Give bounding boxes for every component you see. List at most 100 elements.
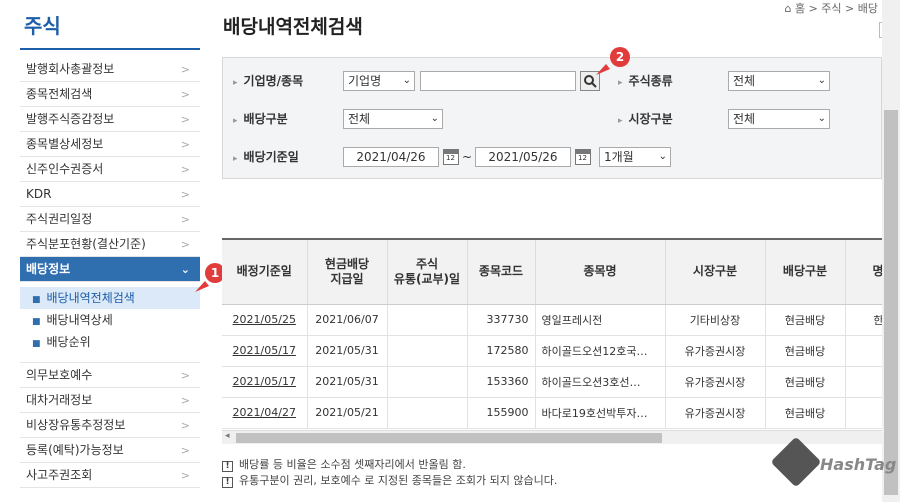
triangle-right-icon: ▸ [233,78,238,88]
company-label: ▸ 기업명/종목 [233,74,304,88]
stock-code: 153360 [467,366,536,398]
col-header-code[interactable]: 종목코드 [467,240,536,305]
sidebar-item-rights-cert[interactable]: 신주인수권증서 > [20,157,200,182]
company-input[interactable] [420,71,576,91]
dividend-type: 현금배당 [765,304,846,336]
holder: 하 [845,366,882,398]
chevron-right-icon: > [180,88,190,101]
date-to-input[interactable]: 2021/05/26 [475,147,571,167]
sidebar-divider [20,48,200,50]
exclamation-icon: ! [222,477,233,488]
cash-pay-date: 2021/06/07 [307,304,388,336]
calendar-icon[interactable]: 12 [575,149,591,165]
sidebar-title: 주식 [24,14,61,38]
bullet-icon: ■ [32,295,41,305]
chevron-right-icon: > [180,138,190,151]
watermark-logo-icon [770,436,822,488]
table-header-row: 배정기준일 현금배당 지급일 주식 유통(교부)일 종목코드 종목명 시장구분 배당… [222,240,882,305]
exclamation-icon: ! [222,461,233,472]
chevron-right-icon: > [180,113,190,126]
sidebar-menu-top: 발행회사총괄정보 > 종목전체검색 > 발행주식증감정보 > 종목별상세정보 > 신주인… [20,57,200,282]
col-header-cash-pay-date[interactable]: 현금배당 지급일 [307,240,388,305]
dividend-type: 현금배당 [765,335,846,367]
stock-dist-date [387,397,468,429]
chevron-down-icon: ⌄ [430,113,439,124]
col-header-market[interactable]: 시장구분 [665,240,766,305]
allot-date-link[interactable]: 2021/04/27 [222,397,308,429]
bullet-icon: ■ [32,339,41,349]
stock-name: 영일프레시전 [535,304,666,336]
breadcrumb[interactable]: ⌂ 홈 > 주식 > 배당 [785,0,879,16]
sidebar-item-share-change[interactable]: 발행주식증감정보 > [20,107,200,132]
stock-type-select[interactable]: 전체 ⌄ [728,71,830,91]
sidebar-subitem-dividend-detail[interactable]: ■ 배당내역상세 [20,309,200,331]
chevron-down-icon: ⌄ [402,75,411,86]
chevron-down-icon: ⌄ [817,113,826,124]
dividend-type: 현금배당 [765,366,846,398]
col-header-allot-date[interactable]: 배정기준일 [222,240,308,305]
sidebar-item-issuer-summary[interactable]: 발행회사총괄정보 > [20,57,200,82]
period-select[interactable]: 1개월 ⌄ [599,147,671,167]
allot-date-link[interactable]: 2021/05/17 [222,335,308,367]
stock-name: 바다로19호선박투자… [535,397,666,429]
sidebar-item-rights-schedule[interactable]: 주식권리일정 > [20,207,200,232]
vertical-scroll-thumb[interactable] [884,110,898,495]
chevron-right-icon: > [180,188,190,201]
stock-dist-date [387,304,468,336]
sidebar-item-distribution[interactable]: 주식분포현황(결산기준) > [20,232,200,257]
market: 유가증권시장 [665,397,766,429]
sidebar-item-registration[interactable]: 등록(예탁)가능정보 > [20,438,200,463]
horizontal-scrollbar[interactable]: ◂ [222,430,882,444]
sidebar-item-unlisted[interactable]: 비상장유통추정정보 > [20,413,200,438]
table-row: 2021/05/17 2021/05/31 153360 하이골드오션3호선… … [222,366,882,398]
holder: 한국 [845,304,882,336]
date-from-input[interactable]: 2021/04/26 [343,147,439,167]
annotation-arrow-1 [195,281,209,292]
results-table: 배정기준일 현금배당 지급일 주식 유통(교부)일 종목코드 종목명 시장구분 배당… [222,238,882,430]
triangle-right-icon: ▸ [233,154,238,164]
allot-date-link[interactable]: 2021/05/25 [222,304,308,336]
sidebar: 주식 발행회사총괄정보 > 종목전체검색 > 발행주식증감정보 > 종목별상세정보 > … [0,0,215,502]
chevron-down-icon: ⌄ [180,263,190,276]
cash-pay-date: 2021/05/21 [307,397,388,429]
scroll-left-icon[interactable]: ◂ [225,431,230,441]
dividend-type-label: ▸ 배당구분 [233,112,288,126]
holder: 하 [845,335,882,367]
chevron-right-icon: > [180,63,190,76]
horizontal-scroll-thumb[interactable] [236,433,662,443]
annotation-arrow-2 [596,64,610,75]
sidebar-item-lending[interactable]: 대차거래정보 > [20,388,200,413]
market: 기타비상장 [665,304,766,336]
sidebar-item-dividend[interactable]: 배당정보 ⌄ [20,257,200,282]
cash-pay-date: 2021/05/31 [307,366,388,398]
sidebar-item-lockup[interactable]: 의무보호예수 > [20,363,200,388]
market-label: ▸ 시장구분 [618,112,673,126]
market: 유가증권시장 [665,366,766,398]
bullet-icon: ■ [32,317,41,327]
note-rounding: ! 배당률 등 비율은 소수점 셋째자리에서 반올림 함. [222,456,466,472]
search-panel: ▸ 기업명/종목 기업명 ⌄ ▸ 주식종류 전체 ⌄ ▸ 배당구분 전체 ⌄ ▸ 시장구분 전… [222,57,882,179]
table-row: 2021/04/27 2021/05/21 155900 바다로19호선박투자…… [222,397,882,429]
calendar-icon[interactable]: 12 [443,149,459,165]
vertical-scrollbar[interactable] [882,0,900,502]
sidebar-item-stock-search[interactable]: 종목전체검색 > [20,82,200,107]
company-type-select[interactable]: 기업명 ⌄ [343,71,415,91]
sidebar-item-stock-detail[interactable]: 종목별상세정보 > [20,132,200,157]
col-header-name[interactable]: 종목명 [535,240,666,305]
market-select[interactable]: 전체 ⌄ [728,109,830,129]
col-header-holder[interactable]: 명의 [845,240,882,305]
sidebar-item-kdr[interactable]: KDR > [20,182,200,207]
sidebar-item-lost-cert[interactable]: 사고주권조회 > [20,463,200,488]
col-header-stock-dist-date[interactable]: 주식 유통(교부)일 [387,240,468,305]
sidebar-submenu: ■ 배당내역전체검색 ■ 배당내역상세 ■ 배당순위 [20,287,200,353]
table-row: 2021/05/17 2021/05/31 172580 하이골드오션12호국…… [222,335,882,367]
stock-name: 하이골드오션3호선… [535,366,666,398]
sidebar-subitem-dividend-search[interactable]: ■ 배당내역전체검색 [20,287,200,309]
sidebar-subitem-dividend-rank[interactable]: ■ 배당순위 [20,331,200,353]
dividend-type: 현금배당 [765,397,846,429]
col-header-dividend-type[interactable]: 배당구분 [765,240,846,305]
stock-code: 172580 [467,335,536,367]
table-row: 2021/05/25 2021/06/07 337730 영일프레시전 기타비상… [222,304,882,336]
allot-date-link[interactable]: 2021/05/17 [222,366,308,398]
dividend-type-select[interactable]: 전체 ⌄ [343,109,443,129]
